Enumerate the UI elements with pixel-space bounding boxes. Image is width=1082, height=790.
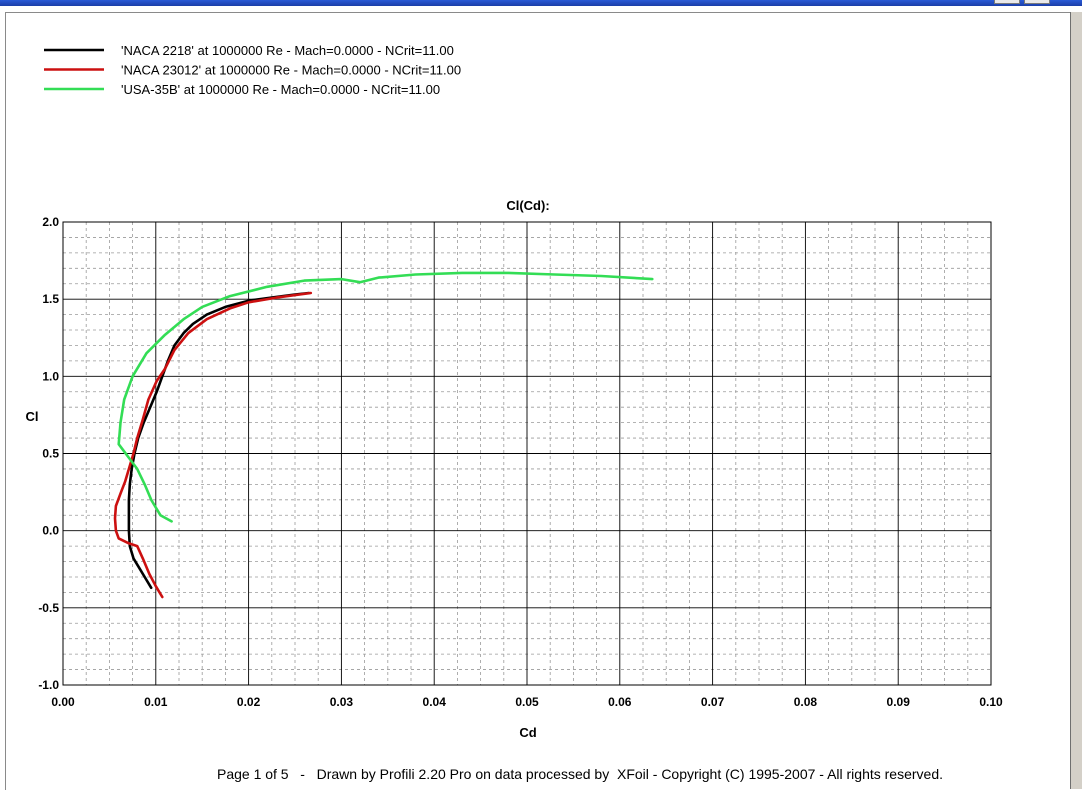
y-tick-label: -0.5 (38, 601, 59, 615)
legend-label-1: 'NACA 2218' at 1000000 Re - Mach=0.0000 … (121, 43, 454, 58)
legend: 'NACA 2218' at 1000000 Re - Mach=0.0000 … (44, 43, 461, 97)
legend-label-2: 'NACA 23012' at 1000000 Re - Mach=0.0000… (121, 63, 461, 78)
x-tick-label: 0.02 (237, 695, 261, 709)
y-tick-label: 2.0 (42, 215, 59, 229)
x-tick-label: 0.09 (887, 695, 911, 709)
x-tick-label: 0.08 (794, 695, 818, 709)
legend-label-3: 'USA-35B' at 1000000 Re - Mach=0.0000 - … (121, 82, 440, 97)
y-tick-label: 1.5 (42, 292, 59, 306)
x-tick-label: 0.05 (515, 695, 539, 709)
x-tick-label: 0.06 (608, 695, 632, 709)
page-footer: Page 1 of 5 - Drawn by Profili 2.20 Pro … (216, 766, 943, 782)
y-tick-label: 0.5 (42, 447, 59, 461)
y-tick-labels: 2.0 1.5 1.0 0.5 0.0 -0.5 -1.0 (38, 215, 59, 692)
x-tick-label: 0.04 (423, 695, 447, 709)
x-tick-label: 0.07 (701, 695, 725, 709)
x-tick-label: 0.03 (330, 695, 354, 709)
x-tick-label: 0.10 (979, 695, 1003, 709)
polar-chart: 0.00 0.01 0.02 0.03 0.04 0.05 0.06 0.07 0.08 0.09… (26, 43, 1004, 740)
major-grid (63, 222, 991, 685)
chart-title: Cl(Cd): (506, 198, 549, 213)
x-tick-labels: 0.00 0.01 0.02 0.03 0.04 0.05 0.06 0.07 0.08 0.09… (51, 695, 1003, 709)
series-line-2 (113, 291, 313, 599)
x-tick-label: 0.01 (144, 695, 168, 709)
x-axis-label: Cd (519, 725, 536, 740)
series-line-3 (117, 271, 654, 523)
series-layer (113, 271, 654, 599)
y-axis-label: Cl (26, 409, 39, 424)
x-tick-label: 0.00 (51, 695, 75, 709)
y-tick-label: -1.0 (38, 678, 59, 692)
y-tick-label: 1.0 (42, 369, 59, 383)
y-tick-label: 0.0 (42, 524, 59, 538)
